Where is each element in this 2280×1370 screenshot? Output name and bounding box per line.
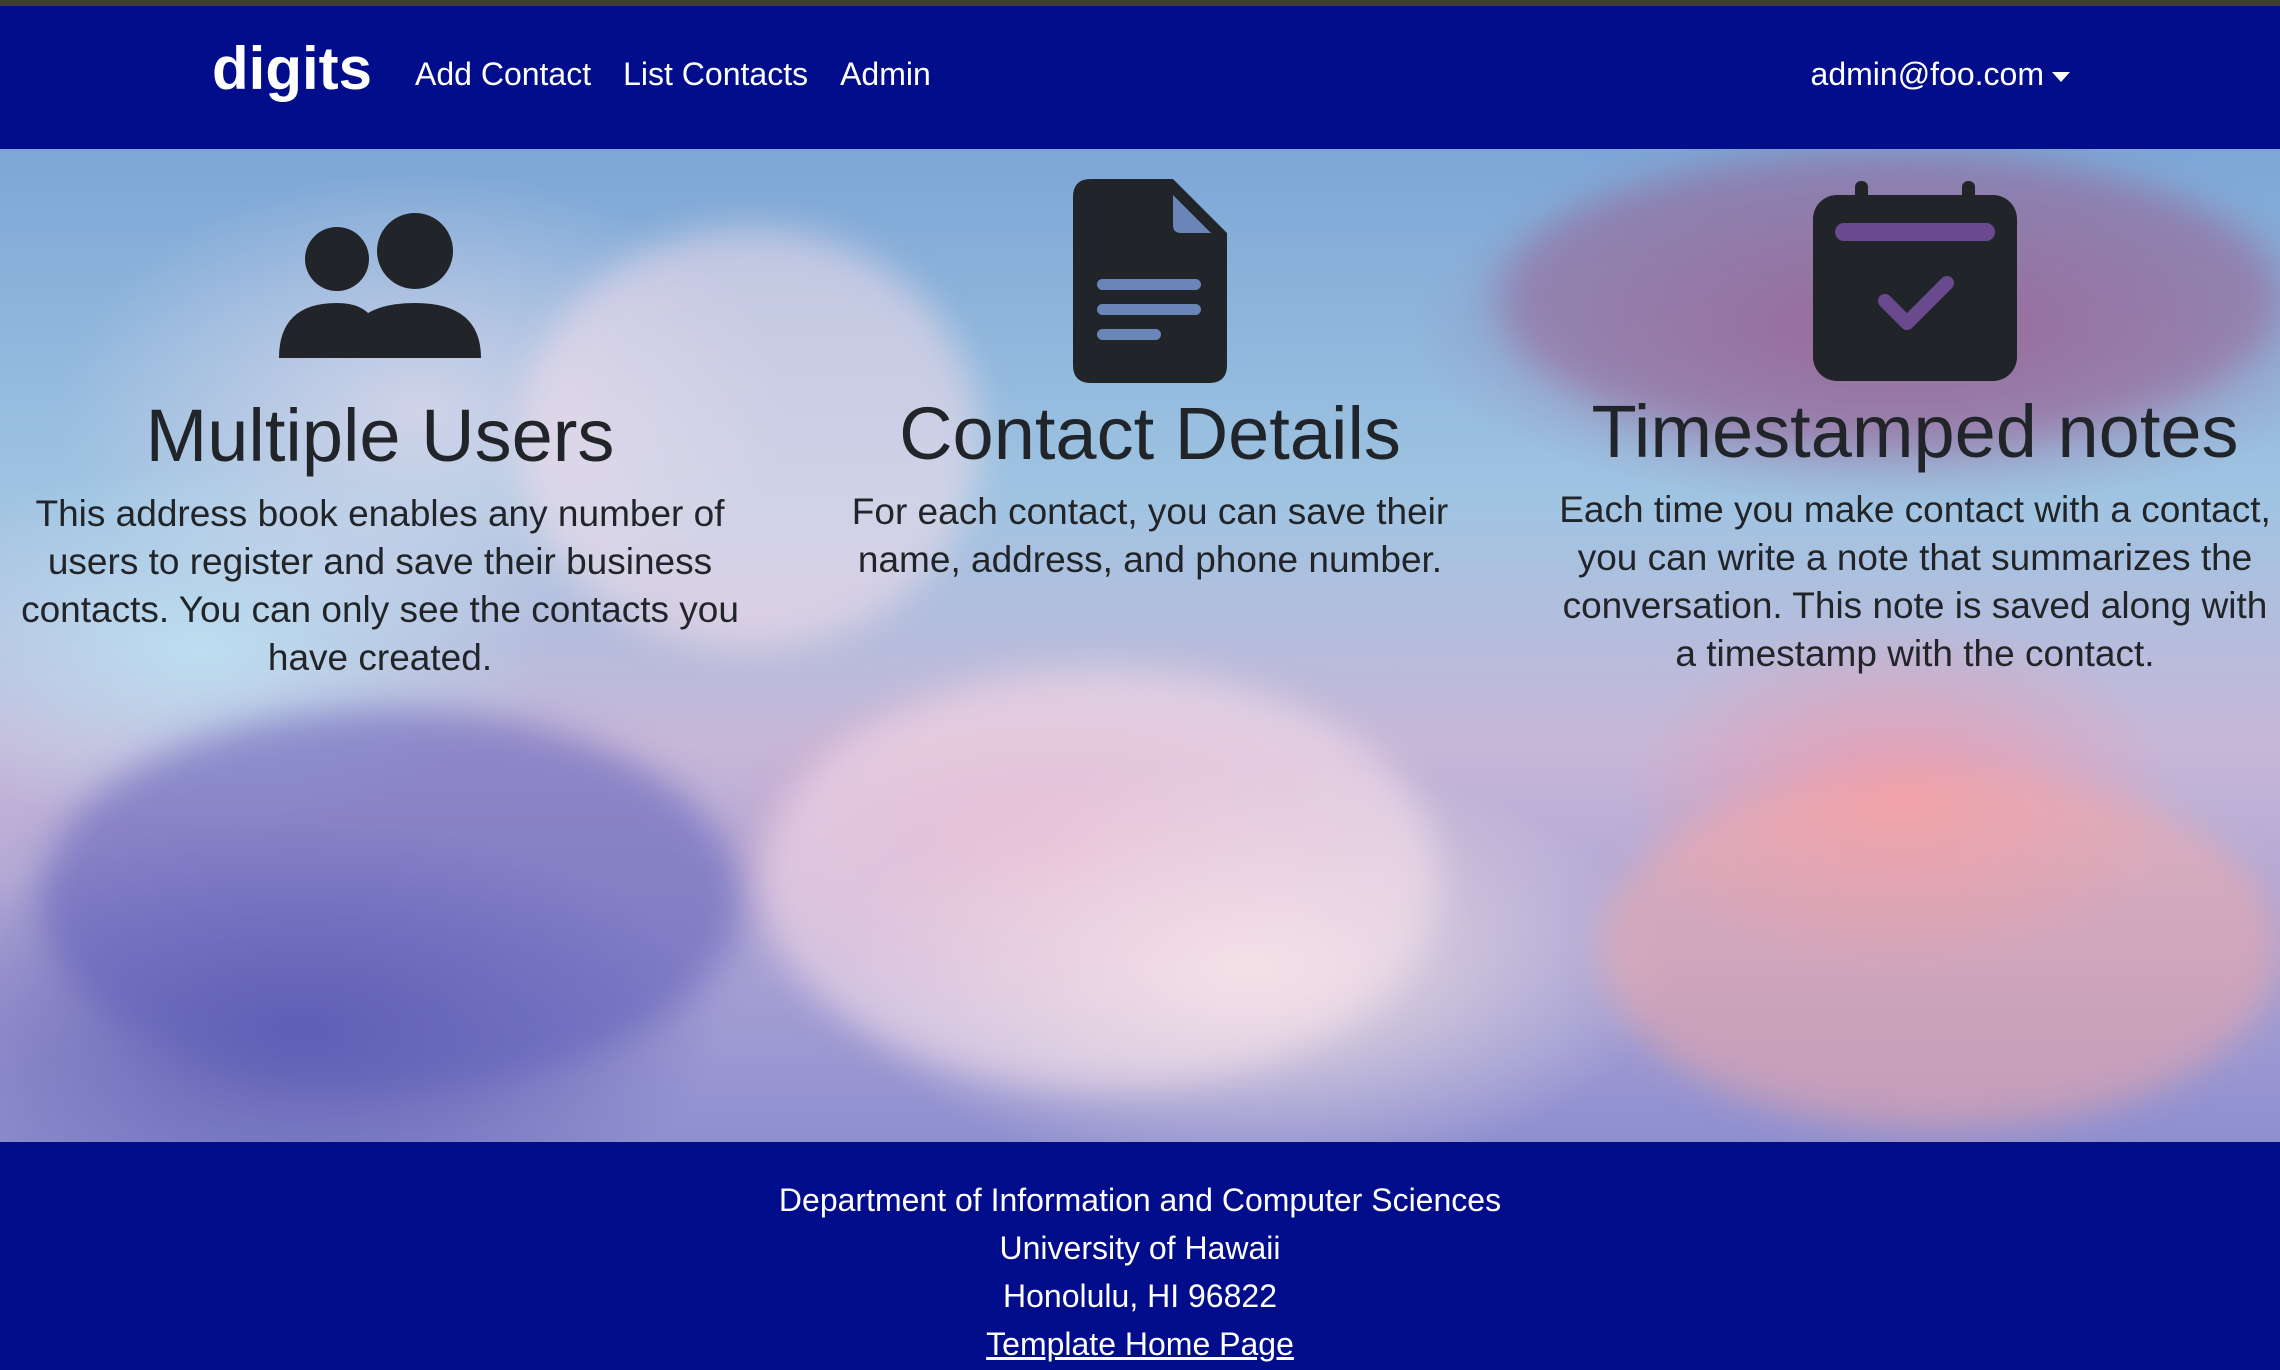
footer: Department of Information and Computer S…: [0, 1142, 2280, 1370]
footer-department: Department of Information and Computer S…: [778, 1182, 1502, 1218]
nav-links: Add Contact List Contacts Admin: [415, 56, 931, 93]
feature-title: Multiple Users: [145, 394, 615, 477]
feature-description: For each contact, you can save their nam…: [851, 491, 1449, 581]
feature-timestamped-notes: Timestamped notes Each time you make con…: [1555, 149, 2275, 678]
nav-link-list-contacts[interactable]: List Contacts: [623, 56, 808, 93]
nav-link-admin[interactable]: Admin: [840, 56, 931, 93]
feature-description: This address book enables any number of …: [21, 493, 739, 679]
feature-multiple-users: Multiple Users This address book enables…: [20, 149, 740, 682]
hero-section: Multiple Users This address book enables…: [0, 149, 2280, 1142]
footer-city: Honolulu, HI 96822: [1003, 1278, 1277, 1314]
cloud-shape: [760, 669, 1440, 1089]
users-icon: [279, 213, 481, 358]
document-icon: [1073, 179, 1227, 383]
navbar: digits Add Contact List Contacts Admin a…: [0, 6, 2280, 149]
footer-university: University of Hawaii: [999, 1230, 1281, 1266]
feature-title: Timestamped notes: [1591, 390, 2239, 473]
brand-logo[interactable]: digits: [212, 34, 372, 103]
calendar-check-icon: [1813, 181, 2017, 381]
nav-link-add-contact[interactable]: Add Contact: [415, 56, 591, 93]
user-dropdown[interactable]: admin@foo.com: [1811, 56, 2070, 93]
chevron-down-icon: [2052, 71, 2070, 82]
feature-description: Each time you make contact with a contac…: [1559, 489, 2271, 675]
user-email: admin@foo.com: [1810, 56, 2044, 92]
feature-contact-details: Contact Details For each contact, you ca…: [800, 149, 1500, 584]
cloud-shape: [40, 709, 740, 1089]
cloud-shape: [1600, 769, 2280, 1129]
footer-address: Department of Information and Computer S…: [0, 1142, 2280, 1368]
template-home-link[interactable]: Template Home Page: [986, 1326, 1294, 1362]
feature-title: Contact Details: [899, 392, 1401, 475]
